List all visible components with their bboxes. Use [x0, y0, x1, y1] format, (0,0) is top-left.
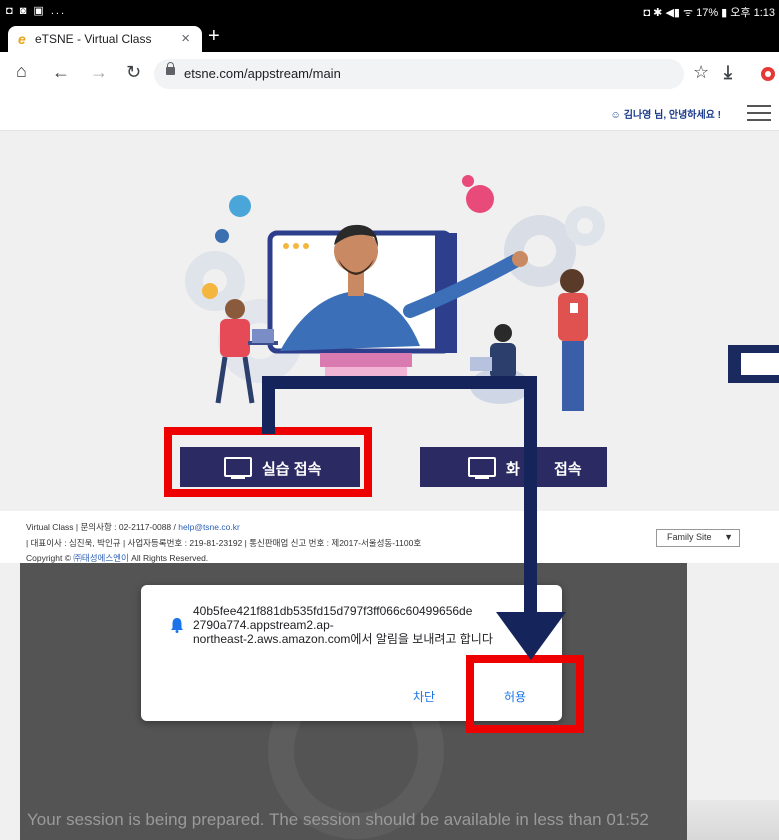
new-tab-icon[interactable]: + — [208, 25, 220, 48]
block-button[interactable]: 차단 — [413, 688, 435, 705]
highlight-allow-button — [466, 655, 584, 733]
footer-contact: Virtual Class | 문의사항 : 02-2117-0088 / he… — [26, 522, 240, 532]
browser-toolbar: ⌂ ← → ↻ etsne.com/appstream/main ☆ ⤓ — [0, 52, 779, 97]
screen-connect-label-prefix: 화 — [506, 461, 520, 478]
status-bar: ◘ ◙ ▣ ... ◘ ✱ ◀▮ ᯤ 17% ▮ 오후 1:13 — [0, 0, 779, 22]
site-footer: Virtual Class | 문의사항 : 02-2117-0088 / he… — [0, 511, 779, 563]
home-icon[interactable]: ⌂ — [16, 61, 27, 82]
bell-icon — [171, 618, 183, 633]
monitor-icon — [468, 457, 496, 479]
tab-title: eTSNE - Virtual Class — [35, 32, 152, 46]
extension-icon[interactable] — [760, 66, 776, 82]
address-bar[interactable]: etsne.com/appstream/main — [154, 59, 684, 89]
company-link[interactable]: ㈜태성에스엔이 — [73, 553, 128, 563]
highlight-practice-button — [164, 427, 372, 497]
family-site-value: Family Site — [667, 532, 712, 542]
back-icon[interactable]: ← — [52, 62, 70, 83]
greeting-text: 김나영 님, 안녕하세요 ! — [623, 110, 721, 121]
close-tab-icon[interactable]: × — [181, 30, 190, 47]
background-edge — [687, 800, 779, 840]
status-left-icons: ◘ ◙ ▣ ... — [6, 5, 67, 17]
menu-icon[interactable] — [747, 105, 771, 121]
user-greeting: ☺ 김나영 님, 안녕하세요 ! — [611, 106, 721, 121]
annotation-arrowhead — [496, 612, 566, 660]
session-status-message: Your session is being prepared. The sess… — [27, 810, 649, 829]
screen-connect-label-suffix: 접속 — [554, 461, 582, 478]
bookmark-star-icon[interactable]: ☆ — [693, 62, 709, 83]
dropdown-arrow-icon: ▼ — [724, 532, 733, 542]
footer-company-info: | 대표이사 : 심진욱, 박인규 | 사업자등록번호 : 219-81-231… — [26, 538, 422, 548]
site-header: ☺ 김나영 님, 안녕하세요 ! — [0, 96, 779, 131]
tab-bar: e eTSNE - Virtual Class × + — [0, 22, 779, 52]
url-text: etsne.com/appstream/main — [184, 66, 341, 81]
lock-icon — [166, 62, 175, 75]
hero-section: 실습 접속 화 접속 — [0, 131, 779, 511]
reload-icon[interactable]: ↻ — [126, 62, 141, 83]
help-email-link[interactable]: help@tsne.co.kr — [178, 522, 240, 532]
partial-panel — [728, 345, 779, 383]
annotation-arrow-across — [262, 376, 537, 389]
family-site-select[interactable]: Family Site ▼ — [656, 529, 740, 547]
download-icon[interactable]: ⤓ — [724, 62, 732, 83]
smile-icon: ☺ — [610, 110, 621, 121]
forward-icon[interactable]: → — [90, 62, 108, 83]
browser-tab[interactable]: e eTSNE - Virtual Class × — [8, 26, 202, 52]
etsne-favicon-icon: e — [18, 31, 26, 47]
annotation-arrow-down — [524, 376, 537, 616]
status-right-info: ◘ ✱ ◀▮ ᯤ 17% ▮ 오후 1:13 — [643, 7, 775, 19]
screen-connect-button[interactable]: 화 접속 — [420, 447, 607, 487]
